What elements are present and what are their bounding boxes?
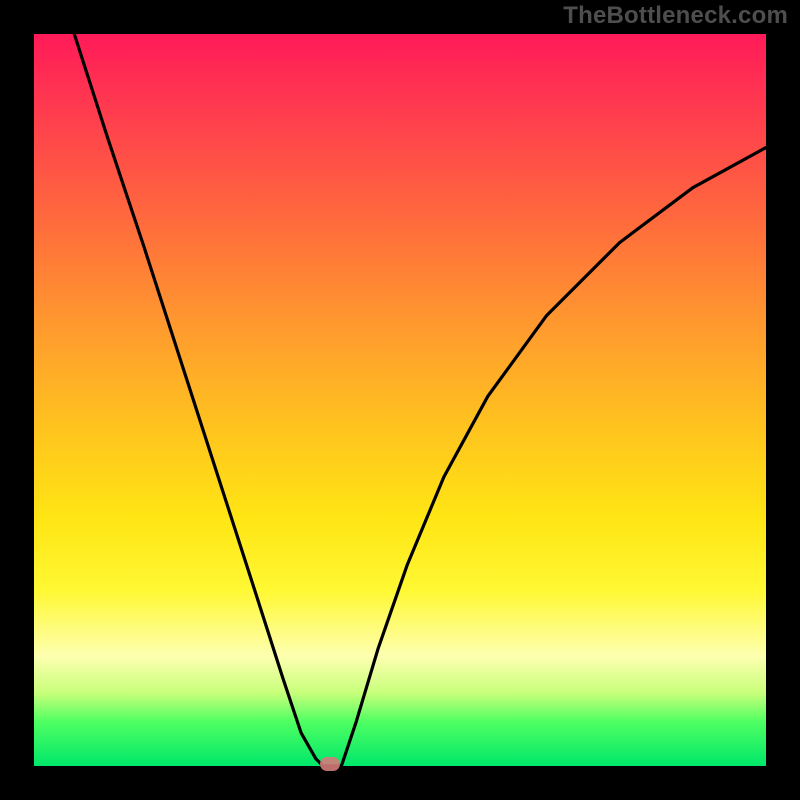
plot-area [34,34,766,766]
bottleneck-curve [34,34,766,766]
watermark-text: TheBottleneck.com [563,2,788,30]
chart-frame: TheBottleneck.com [0,0,800,800]
optimum-marker [320,757,340,771]
